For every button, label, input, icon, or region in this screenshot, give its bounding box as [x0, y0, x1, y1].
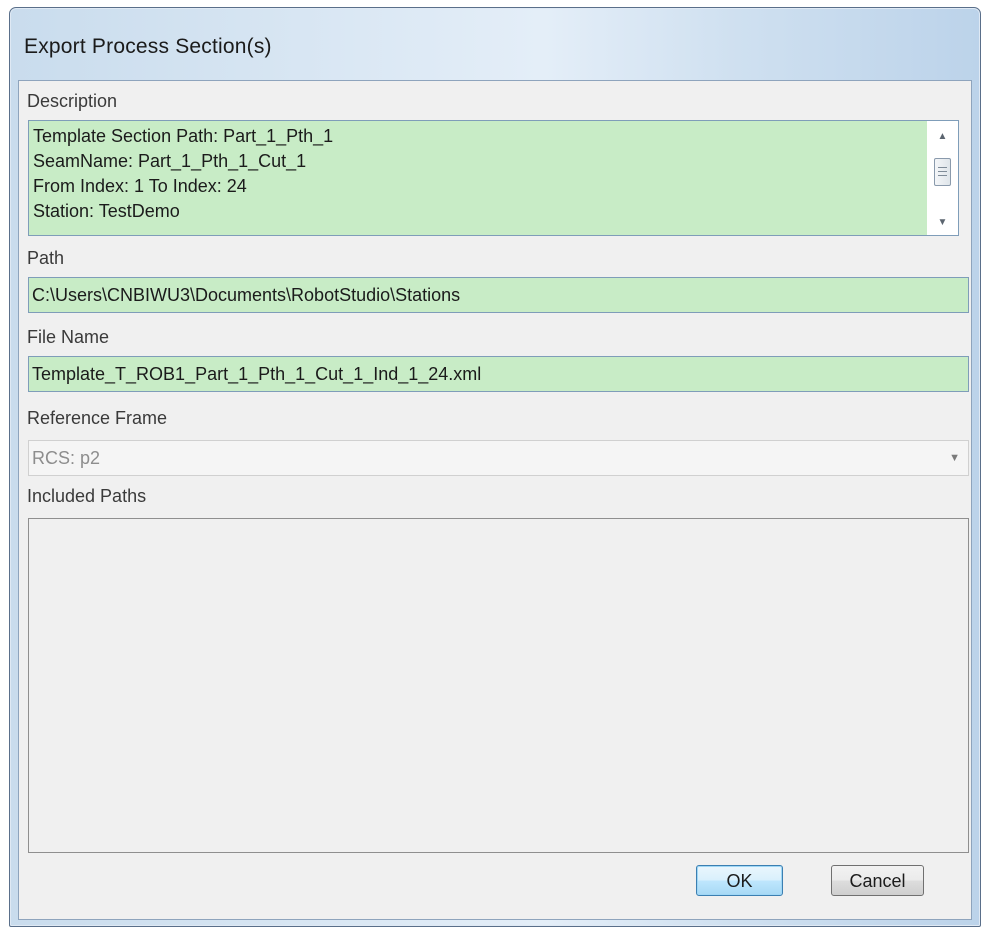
reference-frame-dropdown[interactable]: RCS: p2 ▼ — [28, 440, 969, 476]
title-bar[interactable]: Export Process Section(s) — [10, 8, 980, 80]
reference-frame-value: RCS: p2 — [32, 448, 101, 468]
scroll-up-arrow-icon[interactable]: ▲ — [927, 125, 958, 147]
description-label: Description — [27, 91, 118, 111]
ok-button[interactable]: OK — [696, 865, 783, 896]
description-text: Template Section Path: Part_1_Pth_1 Seam… — [33, 124, 923, 224]
scroll-thumb[interactable] — [934, 158, 951, 186]
cancel-button[interactable]: Cancel — [831, 865, 924, 896]
path-label: Path — [27, 248, 65, 268]
dialog-client-area: Description Template Section Path: Part_… — [18, 80, 972, 920]
file-name-field[interactable]: Template_T_ROB1_Part_1_Pth_1_Cut_1_Ind_1… — [28, 356, 969, 392]
scroll-down-arrow-icon[interactable]: ▼ — [927, 211, 958, 233]
description-line: SeamName: Part_1_Pth_1_Cut_1 — [33, 151, 307, 171]
description-line: From Index: 1 To Index: 24 — [33, 176, 247, 196]
included-paths-list[interactable] — [28, 518, 969, 853]
description-line: Template Section Path: Part_1_Pth_1 — [33, 126, 334, 146]
description-textbox[interactable]: Template Section Path: Part_1_Pth_1 Seam… — [28, 120, 959, 236]
reference-frame-label: Reference Frame — [27, 408, 168, 428]
description-scrollbar[interactable]: ▲ ▼ — [927, 121, 958, 235]
dialog-title: Export Process Section(s) — [24, 35, 272, 58]
path-field[interactable]: C:\Users\CNBIWU3\Documents\RobotStudio\S… — [28, 277, 969, 313]
included-paths-label: Included Paths — [27, 486, 147, 506]
description-line: Station: TestDemo — [33, 201, 180, 221]
chevron-down-icon[interactable]: ▼ — [949, 441, 960, 475]
export-dialog-window: Export Process Section(s) Description Te… — [9, 7, 981, 927]
file-name-label: File Name — [27, 327, 110, 347]
